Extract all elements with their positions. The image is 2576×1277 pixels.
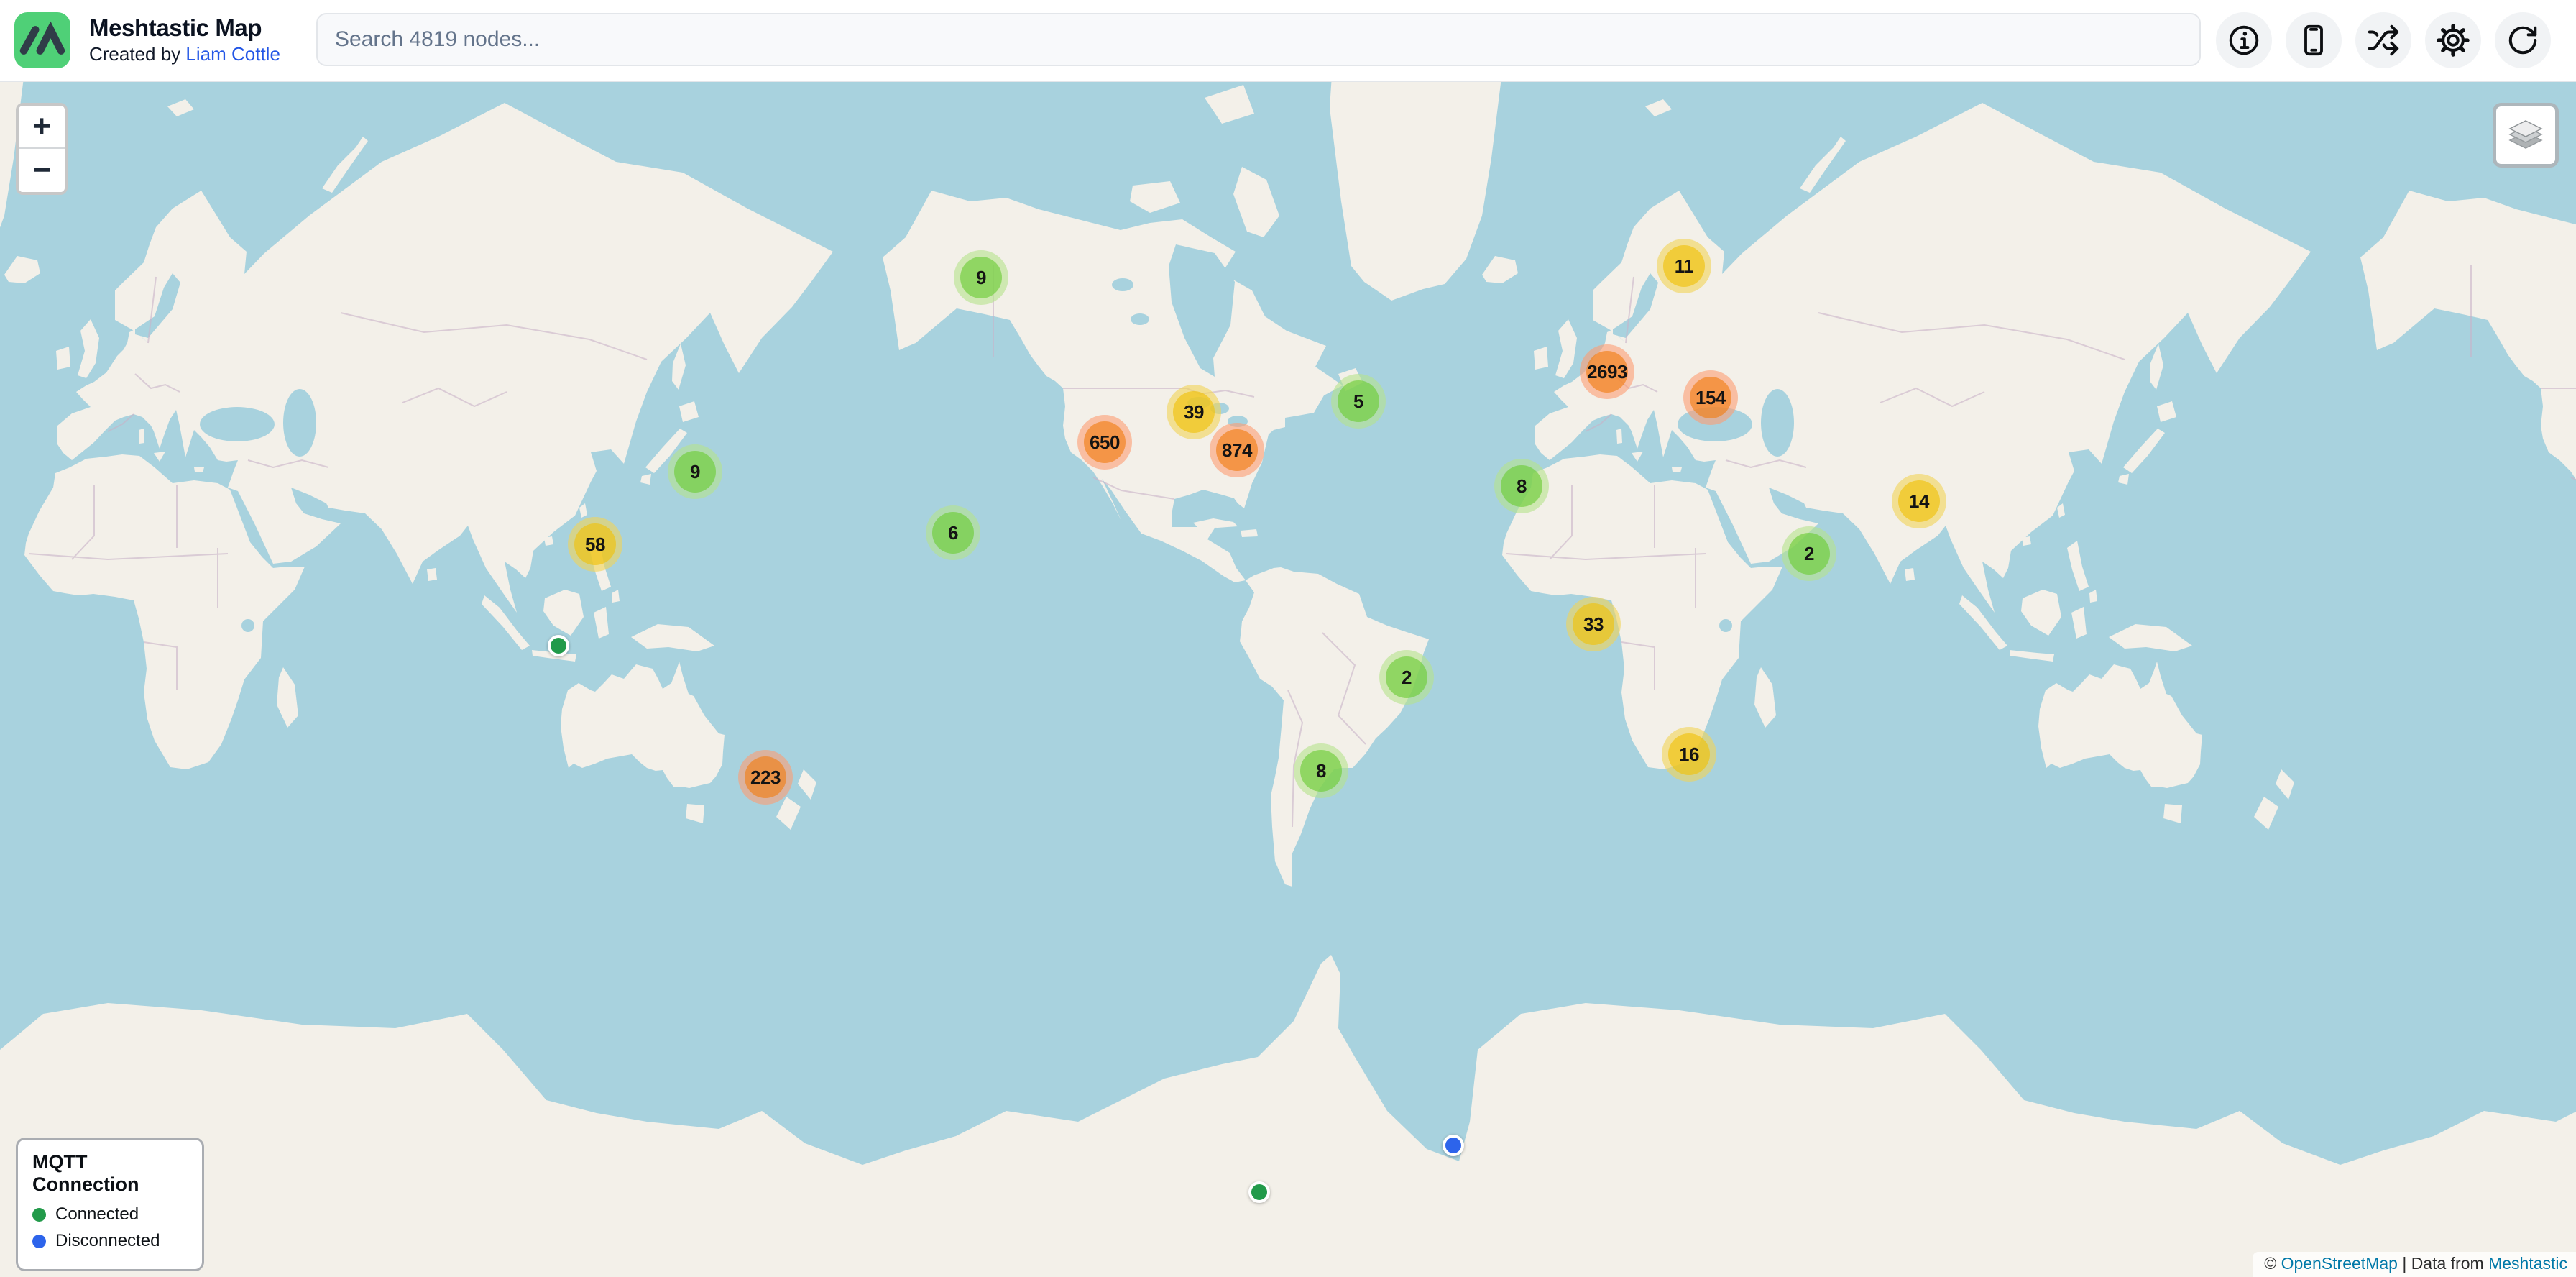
info-button[interactable]	[2216, 12, 2272, 68]
cluster-count: 2	[1788, 533, 1830, 575]
app-header: Meshtastic Map Created by Liam Cottle	[0, 0, 2576, 82]
refresh-button[interactable]	[2495, 12, 2551, 68]
legend-dot-connected	[32, 1208, 46, 1222]
cluster-count: 223	[745, 756, 786, 798]
smartphone-icon	[2298, 24, 2329, 56]
openstreetmap-link[interactable]: OpenStreetMap	[2281, 1254, 2398, 1273]
byline: Created by Liam Cottle	[89, 44, 280, 65]
cluster-count: 8	[1300, 750, 1342, 792]
cluster-count: 2693	[1586, 351, 1628, 393]
cluster-count: 39	[1173, 391, 1215, 433]
cluster-marker[interactable]: 6	[926, 505, 980, 560]
random-node-button[interactable]	[2355, 12, 2411, 68]
cluster-count: 6	[932, 512, 974, 554]
zoom-control: + −	[16, 103, 68, 195]
cluster-marker[interactable]: 9	[954, 250, 1008, 305]
zoom-out-button[interactable]: −	[19, 149, 65, 192]
cluster-count: 154	[1690, 377, 1731, 418]
legend-label: Disconnected	[55, 1231, 160, 1251]
author-link[interactable]: Liam Cottle	[185, 43, 280, 65]
cluster-marker[interactable]: 2	[1379, 650, 1434, 705]
search-input[interactable]	[316, 13, 2201, 66]
cluster-marker[interactable]: 39	[1167, 385, 1221, 439]
cluster-marker[interactable]: 58	[568, 517, 622, 572]
cluster-marker[interactable]: 154	[1683, 370, 1738, 425]
cluster-marker[interactable]: 5	[1331, 374, 1386, 429]
cluster-count: 58	[574, 523, 616, 565]
header-actions	[2216, 12, 2551, 68]
zoom-in-button[interactable]: +	[19, 106, 65, 149]
map[interactable]: 9 5 9 8 6 2 2 8 11 39 14 58 33 16 2693 154 650 874 223	[0, 0, 2576, 1277]
map-attribution: © OpenStreetMap | Data from Meshtastic	[2253, 1252, 2576, 1277]
gear-icon	[2437, 24, 2470, 57]
cluster-marker[interactable]: 2693	[1580, 344, 1634, 399]
cluster-count: 874	[1216, 429, 1258, 471]
cluster-count: 5	[1338, 380, 1379, 422]
legend-item-disconnected: Disconnected	[32, 1231, 188, 1251]
node-marker-connected[interactable]	[1248, 1181, 1270, 1203]
marker-layer: 9 5 9 8 6 2 2 8 11 39 14 58 33 16 2693 154 650 874 223	[0, 0, 2576, 1277]
meshtastic-link[interactable]: Meshtastic	[2488, 1254, 2567, 1273]
cluster-marker[interactable]: 11	[1657, 239, 1711, 293]
cluster-count: 14	[1898, 480, 1940, 522]
cluster-marker[interactable]: 650	[1077, 415, 1132, 470]
legend-title: MQTT Connection	[32, 1151, 188, 1196]
legend-dot-disconnected	[32, 1235, 46, 1248]
shuffle-icon	[2367, 24, 2400, 57]
mqtt-legend: MQTT Connection Connected Disconnected	[16, 1138, 204, 1271]
byline-prefix: Created by	[89, 43, 185, 65]
cluster-count: 16	[1668, 733, 1710, 775]
cluster-count: 2	[1386, 656, 1427, 698]
refresh-icon	[2506, 24, 2539, 57]
legend-item-connected: Connected	[32, 1204, 188, 1225]
cluster-marker[interactable]: 33	[1566, 597, 1621, 651]
cluster-marker[interactable]: 874	[1210, 423, 1264, 477]
node-marker-connected[interactable]	[548, 635, 569, 656]
cluster-marker[interactable]: 8	[1494, 459, 1549, 513]
node-marker-disconnected[interactable]	[1443, 1135, 1464, 1156]
cluster-marker[interactable]: 14	[1892, 474, 1946, 528]
cluster-count: 9	[674, 451, 716, 493]
cluster-count: 8	[1501, 465, 1542, 507]
attribution-prefix: ©	[2264, 1254, 2281, 1273]
cluster-count: 33	[1573, 603, 1614, 645]
meshtastic-logo	[14, 12, 70, 68]
cluster-count: 9	[960, 257, 1002, 298]
cluster-marker[interactable]: 9	[668, 444, 722, 499]
cluster-marker[interactable]: 223	[738, 750, 793, 805]
cluster-marker[interactable]: 8	[1294, 743, 1348, 798]
legend-label: Connected	[55, 1204, 139, 1225]
cluster-marker[interactable]: 2	[1782, 526, 1836, 581]
page-title: Meshtastic Map	[89, 15, 280, 42]
layers-icon	[2505, 115, 2547, 155]
meshtastic-logo-icon	[14, 12, 70, 68]
cluster-count: 11	[1663, 245, 1705, 287]
cluster-marker[interactable]: 16	[1662, 727, 1716, 782]
layers-control[interactable]	[2493, 103, 2559, 168]
cluster-count: 650	[1084, 421, 1126, 463]
info-icon	[2228, 24, 2260, 56]
attribution-separator: | Data from	[2398, 1254, 2488, 1273]
settings-button[interactable]	[2425, 12, 2481, 68]
mobile-app-button[interactable]	[2286, 12, 2342, 68]
